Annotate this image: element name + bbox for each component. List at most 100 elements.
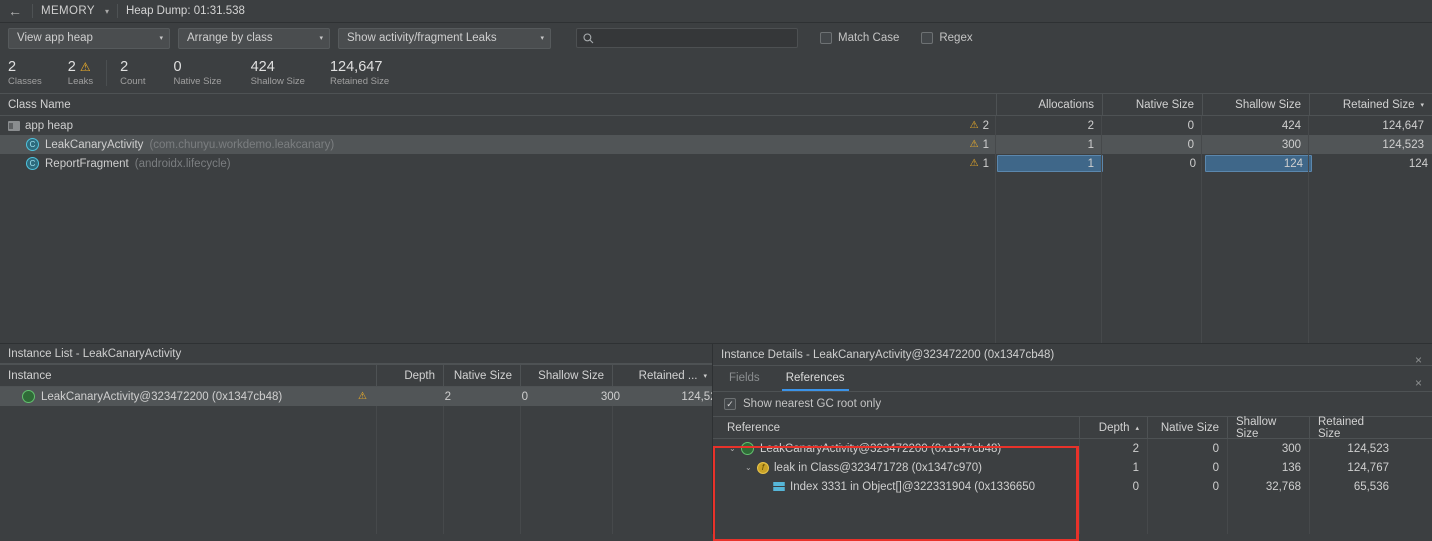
stat-retained-size: 124,647 Retained Size: [330, 54, 389, 92]
tab-references[interactable]: References: [781, 372, 849, 391]
column-header-shallow-size[interactable]: Shallow Size: [1227, 416, 1309, 440]
instance-list-panel: Instance List - LeakCanaryActivity Insta…: [0, 343, 713, 534]
stat-count-label: Count: [120, 75, 146, 87]
stat-native-size-label: Native Size: [173, 75, 222, 87]
stat-shallow-size-value: 424: [250, 58, 275, 75]
cell-shallow-size: 32,768: [1265, 480, 1301, 493]
sort-ascending-icon: ▴: [1135, 424, 1139, 432]
tab-fields[interactable]: Fields: [725, 372, 764, 391]
column-header-allocations[interactable]: Allocations: [996, 93, 1102, 116]
close-instance-details-button[interactable]: ×: [1413, 377, 1424, 389]
class-name-text: LeakCanaryActivity: [45, 138, 144, 151]
instance-list-panel-bar: Instance List - LeakCanaryActivity: [0, 343, 712, 364]
cell-retained-size: 124,523: [1347, 442, 1389, 455]
list-item[interactable]: LeakCanaryActivity@323472200 (0x1347cb48…: [0, 387, 712, 406]
column-header-retained-size[interactable]: Retained ... ▾: [612, 364, 715, 387]
cell-instance-name: LeakCanaryActivity@323472200 (0x1347cb48…: [0, 387, 376, 406]
cell-retained-size: 124,647: [1382, 119, 1424, 132]
stat-leaks: 2 ⚠ Leaks: [68, 54, 93, 92]
cell-retained-size: 65,536: [1353, 480, 1389, 493]
match-case-label: Match Case: [838, 32, 900, 44]
cell-class-name: C LeakCanaryActivity (com.chunyu.workdem…: [0, 135, 962, 154]
regex-option[interactable]: Regex: [921, 32, 973, 44]
table-row[interactable]: C LeakCanaryActivity (com.chunyu.workdem…: [0, 135, 1432, 154]
chevron-down-icon: ▾: [159, 35, 163, 42]
column-header-instance[interactable]: Instance: [0, 364, 376, 387]
leaks-filter-select[interactable]: Show activity/fragment Leaks ▾: [338, 27, 551, 49]
details-tabs: Fields References: [713, 366, 1432, 392]
column-header-depth[interactable]: Depth: [376, 364, 443, 387]
stat-leaks-label: Leaks: [67, 75, 94, 87]
cell-retained-size: 124,767: [1347, 461, 1389, 474]
column-header-shallow-size[interactable]: Shallow Size: [520, 364, 612, 387]
cell-shallow-size: 300: [1281, 442, 1301, 455]
arrange-select[interactable]: Arrange by class ▾: [178, 27, 330, 49]
cell-shallow-size: 300: [600, 390, 620, 403]
match-case-checkbox[interactable]: [820, 32, 832, 44]
warning-icon: ⚠: [79, 59, 91, 74]
gc-root-option[interactable]: ✓ Show nearest GC root only: [713, 392, 1432, 416]
tree-row[interactable]: Index 3331 in Object[]@322331904 (0x1336…: [713, 477, 1432, 496]
cell-retained-size: 124,523: [681, 390, 712, 403]
warning-icon: ⚠: [969, 157, 979, 169]
column-header-retained-size[interactable]: Retained Size ▾: [1309, 93, 1432, 116]
instance-list-body: LeakCanaryActivity@323472200 (0x1347cb48…: [0, 387, 712, 534]
class-package-text: (androidx.lifecycle): [134, 157, 231, 170]
table-row[interactable]: C ReportFragment (androidx.lifecycle) ⚠ …: [0, 154, 1432, 173]
cell-native-size: 0: [1187, 138, 1194, 151]
stat-retained-size-value: 124,647: [329, 58, 383, 75]
leaks-filter-value: Show activity/fragment Leaks: [347, 32, 497, 44]
match-case-option[interactable]: Match Case: [820, 32, 899, 44]
column-header-reference[interactable]: Reference: [713, 416, 1079, 439]
instance-icon: [741, 442, 754, 455]
profiler-tool-label: MEMORY: [41, 5, 95, 17]
cell-native-size: 0: [1212, 461, 1219, 474]
cell-warning: ⚠: [358, 387, 392, 406]
chevron-down-icon[interactable]: ▾: [105, 7, 109, 16]
column-header-retained-size[interactable]: Retained Size: [1309, 416, 1397, 440]
instance-details-panel-bar: Instance Details - LeakCanaryActivity@32…: [713, 343, 1432, 366]
column-header-class-name[interactable]: Class Name: [0, 93, 962, 116]
close-instance-list-button[interactable]: ×: [1413, 354, 1424, 366]
cell-native-size: 0: [1212, 480, 1219, 493]
filter-toolbar: View app heap ▾ Arrange by class ▾ Show …: [0, 23, 1432, 53]
cell-native-size: 0: [1189, 157, 1196, 170]
column-header-shallow-size[interactable]: Shallow Size: [1202, 93, 1309, 116]
column-header-depth-label: Depth: [1098, 421, 1130, 434]
cell-allocations[interactable]: 1: [997, 155, 1103, 172]
cell-depth: 2: [1132, 442, 1139, 455]
cell-shallow-size[interactable]: 124: [1205, 155, 1312, 172]
heap-dump-title: Heap Dump: 01:31.538: [125, 5, 245, 17]
class-name-text: ReportFragment: [45, 157, 129, 170]
bottom-split: Instance List - LeakCanaryActivity Insta…: [0, 343, 1432, 534]
class-icon: C: [26, 157, 39, 170]
instance-icon: [22, 390, 35, 403]
column-header-native-size[interactable]: Native Size: [1147, 416, 1227, 439]
chevron-down-icon[interactable]: ⌄: [729, 444, 741, 453]
regex-checkbox[interactable]: [921, 32, 934, 44]
cell-native-size: 0: [1187, 119, 1194, 132]
gc-root-checkbox[interactable]: ✓: [724, 398, 736, 410]
memory-profiler-window: ← MEMORY ▾ Heap Dump: 01:31.538 View app…: [0, 0, 1432, 541]
instance-name-text: LeakCanaryActivity@323472200 (0x1347cb48…: [41, 390, 283, 403]
column-header-native-size[interactable]: Native Size: [443, 364, 520, 387]
warning-icon: ⚠: [969, 138, 979, 150]
search-box[interactable]: [576, 28, 798, 48]
search-icon: [583, 32, 594, 43]
back-arrow-icon[interactable]: ←: [8, 4, 24, 18]
cell-shallow-size: 424: [1281, 119, 1301, 132]
tree-row[interactable]: ⌄ f leak in Class@323471728 (0x1347c970)…: [713, 458, 1432, 477]
table-row[interactable]: app heap ⚠ 2 2 0 424 124,647: [0, 116, 1432, 135]
column-header-native-size[interactable]: Native Size: [1102, 93, 1202, 116]
chevron-down-icon: ▾: [319, 35, 323, 42]
profiler-top-bar: ← MEMORY ▾ Heap Dump: 01:31.538: [0, 0, 1432, 23]
reference-text: LeakCanaryActivity@323472200 (0x1347cb48…: [760, 442, 1002, 455]
search-input[interactable]: [599, 32, 791, 44]
column-header-retained-size-label: Retained ...: [638, 369, 698, 382]
tree-row[interactable]: ⌄ LeakCanaryActivity@323472200 (0x1347cb…: [713, 439, 1432, 458]
chevron-down-icon[interactable]: ⌄: [745, 463, 757, 472]
warning-count: 2: [982, 119, 989, 132]
heap-summary-stats: 2 Classes 2 ⚠ Leaks 2 Count 0 Native Siz…: [0, 53, 1432, 93]
heap-select[interactable]: View app heap ▾: [8, 27, 170, 49]
column-header-depth[interactable]: Depth ▴: [1079, 416, 1147, 439]
